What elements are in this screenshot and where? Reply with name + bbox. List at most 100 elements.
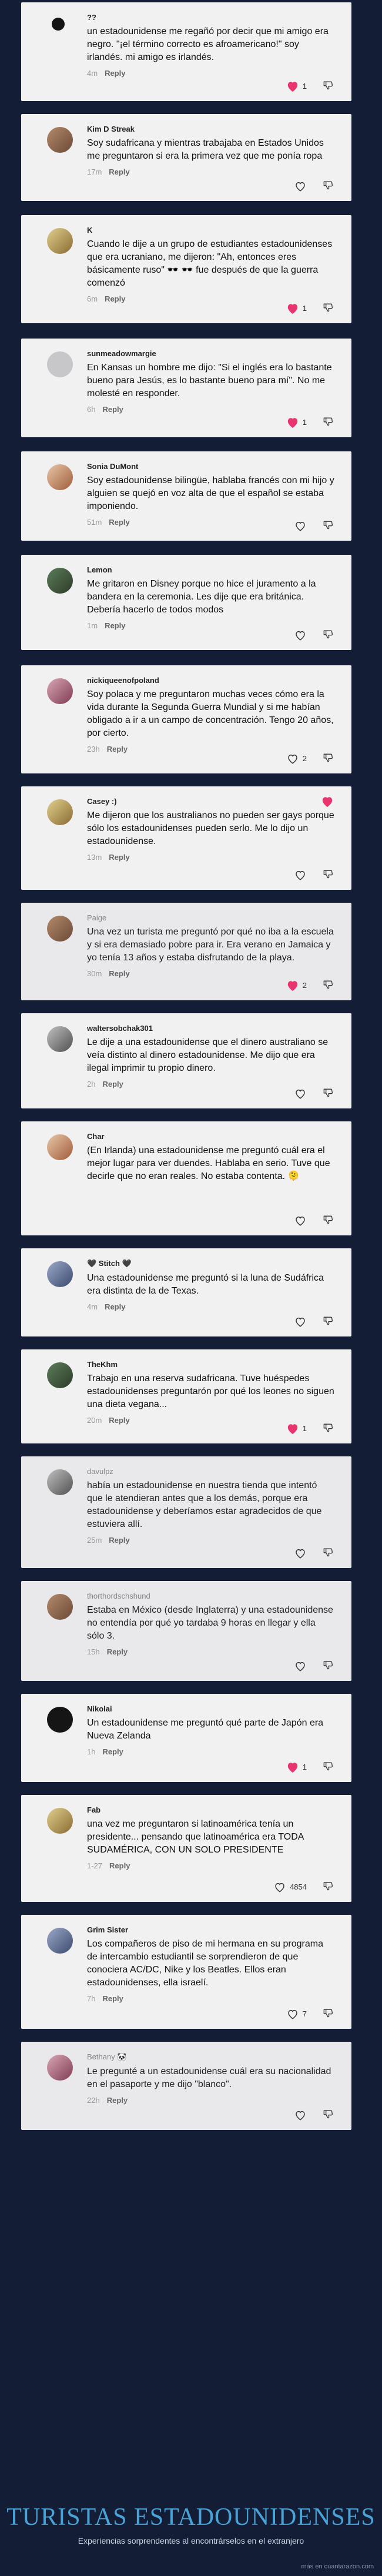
avatar[interactable] [47,678,73,704]
avatar[interactable] [52,18,65,31]
heart-icon[interactable] [294,520,307,532]
like-button[interactable]: 1 [286,1761,307,1773]
comment-username[interactable]: TheKhm [87,1360,335,1369]
comment-username[interactable]: thorthordschshund [87,1592,335,1600]
avatar[interactable] [47,1928,73,1954]
avatar[interactable] [47,799,73,825]
heart-icon[interactable] [321,796,334,808]
avatar[interactable] [47,1134,73,1160]
reply-button[interactable]: Reply [109,1861,130,1870]
avatar[interactable] [47,1362,73,1388]
heart-icon[interactable] [294,629,307,641]
avatar[interactable] [47,916,73,942]
reply-button[interactable]: Reply [102,405,123,414]
comment-username[interactable]: Sonia DuMont [87,462,335,471]
comment-username[interactable]: Grim Sister [87,1925,335,1934]
reply-button[interactable]: Reply [107,745,128,753]
reply-button[interactable]: Reply [102,1994,123,2003]
comment-username[interactable]: ?? [87,13,335,22]
comment-username[interactable]: Kim D Streak [87,125,335,133]
comment-username[interactable]: davulpz [87,1467,335,1476]
reply-button[interactable]: Reply [102,1080,123,1088]
comment-username[interactable]: 🖤 Stitch 🖤 [87,1259,335,1268]
like-button[interactable] [294,1316,307,1328]
avatar[interactable] [47,127,73,153]
heart-icon[interactable] [294,869,307,881]
dislike-icon[interactable] [322,1659,334,1673]
like-button[interactable] [294,1660,307,1672]
dislike-icon[interactable] [322,1760,334,1774]
heart-icon[interactable] [294,1547,307,1559]
dislike-icon[interactable] [322,1546,334,1560]
dislike-icon[interactable] [322,1214,334,1227]
comment-username[interactable]: Char [87,1132,335,1141]
heart-icon[interactable] [294,1088,307,1100]
like-button[interactable]: 4854 [273,1881,307,1893]
dislike-icon[interactable] [322,1880,334,1894]
reply-button[interactable]: Reply [109,168,129,176]
like-button[interactable] [294,869,307,881]
avatar[interactable] [47,1261,73,1287]
dislike-icon[interactable] [322,628,334,642]
like-button[interactable]: 2 [286,753,307,765]
avatar[interactable] [47,1594,73,1620]
reply-button[interactable]: Reply [109,969,129,978]
dislike-icon[interactable] [322,519,334,532]
like-button[interactable] [294,1215,307,1227]
heart-icon[interactable] [286,1761,299,1773]
avatar[interactable] [47,464,73,490]
dislike-icon[interactable] [322,752,334,765]
avatar[interactable] [47,568,73,594]
comment-username[interactable]: Fab [87,1805,335,1814]
comment-username[interactable]: nickiqueenofpoland [87,676,335,685]
reply-button[interactable]: Reply [105,294,125,303]
heart-icon[interactable] [286,980,299,991]
dislike-icon[interactable] [322,2108,334,2122]
dislike-icon[interactable] [322,868,334,882]
avatar[interactable] [47,1026,73,1052]
dislike-icon[interactable] [322,79,334,93]
dislike-icon[interactable] [322,2007,334,2021]
comment-username[interactable]: sunmeadowmargie [87,349,335,358]
heart-icon[interactable] [286,303,299,314]
avatar[interactable] [47,351,73,377]
like-button[interactable]: 2 [286,980,307,991]
like-button[interactable] [294,1547,307,1559]
heart-icon[interactable] [294,1660,307,1672]
like-button[interactable] [294,520,307,532]
reply-button[interactable]: Reply [109,853,129,862]
heart-icon[interactable] [286,1423,299,1435]
heart-icon[interactable] [286,2008,299,2020]
heart-icon[interactable] [294,2109,307,2121]
dislike-icon[interactable] [322,979,334,992]
reply-button[interactable]: Reply [109,1416,129,1425]
avatar[interactable] [47,1808,73,1834]
like-button[interactable]: 1 [286,417,307,428]
like-button[interactable]: 7 [286,2008,307,2020]
reply-button[interactable]: Reply [105,621,125,630]
like-button[interactable]: 1 [286,303,307,314]
comment-username[interactable]: K [87,226,335,235]
like-button[interactable] [294,1088,307,1100]
comment-username[interactable]: Casey :) [87,797,335,806]
avatar[interactable] [47,1469,73,1495]
reply-button[interactable]: Reply [109,1536,129,1545]
heart-icon[interactable] [273,1881,286,1893]
dislike-icon[interactable] [322,416,334,429]
dislike-icon[interactable] [322,302,334,315]
reply-button[interactable]: Reply [107,1647,128,1656]
heart-icon[interactable] [294,180,307,192]
comment-username[interactable]: waltersobchak301 [87,1024,335,1033]
like-button[interactable]: 1 [286,1423,307,1435]
reply-button[interactable]: Reply [102,1747,123,1756]
dislike-icon[interactable] [322,1087,334,1100]
like-button[interactable] [294,629,307,641]
comment-username[interactable]: Lemon [87,565,335,574]
comment-username[interactable]: Nikolai [87,1704,335,1713]
dislike-icon[interactable] [322,1422,334,1435]
reply-button[interactable]: Reply [105,69,125,78]
dislike-icon[interactable] [322,179,334,193]
reply-button[interactable]: Reply [107,2096,128,2105]
avatar[interactable] [47,228,73,254]
like-button[interactable] [294,180,307,192]
